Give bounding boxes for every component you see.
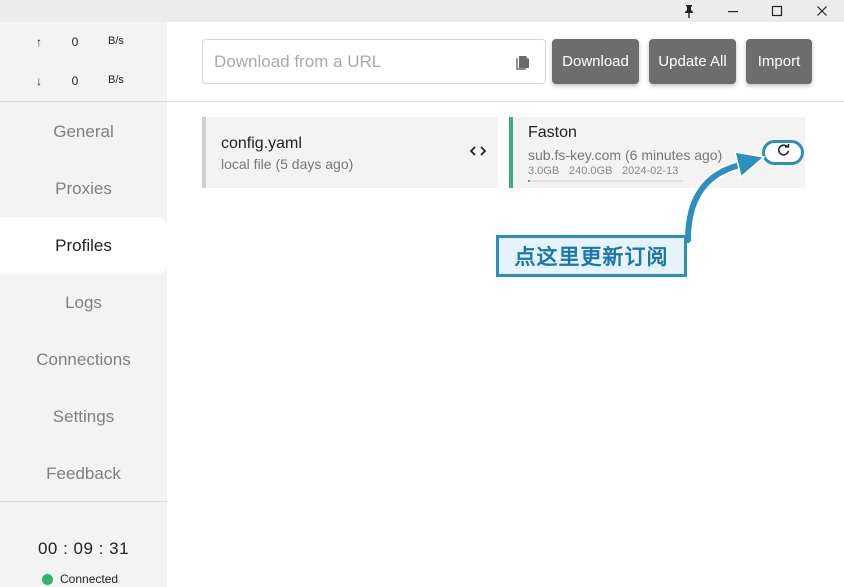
usage-progress-fill — [528, 180, 530, 182]
uptime-timer: 00 : 09 : 31 — [37, 539, 130, 558]
profile-name: Faston — [528, 124, 577, 141]
sidebar-item-proxies[interactable]: Proxies — [0, 160, 167, 217]
upload-value: 0 — [71, 35, 79, 49]
status-dot-icon — [42, 573, 53, 585]
profile-subtitle: local file (5 days ago) — [221, 156, 354, 172]
close-icon[interactable] — [807, 0, 837, 22]
refresh-icon — [777, 143, 790, 162]
sidebar-item-settings[interactable]: Settings — [0, 388, 167, 445]
profile-used: 3.0GB — [528, 165, 560, 177]
usage-progress-track — [528, 180, 683, 182]
profile-expire: 2024-02-13 — [622, 165, 679, 177]
sidebar-item-connections[interactable]: Connections — [0, 331, 167, 388]
title-bar — [0, 0, 844, 22]
download-arrow-icon: ↓ — [36, 74, 42, 88]
download-speed: ↓ 0 B/s — [0, 74, 167, 94]
profile-total: 240.0GB — [569, 165, 613, 177]
update-all-button[interactable]: Update All — [649, 39, 736, 84]
profile-name: config.yaml — [221, 135, 302, 152]
maximize-icon[interactable] — [762, 0, 792, 22]
profile-card-config[interactable]: config.yaml local file (5 days ago) — [202, 117, 498, 188]
url-input-box — [202, 39, 546, 84]
download-unit: B/s — [108, 74, 124, 86]
sidebar-item-feedback[interactable]: Feedback — [0, 445, 167, 502]
upload-speed: ↑ 0 B/s — [0, 35, 167, 55]
upload-arrow-icon: ↑ — [36, 35, 42, 49]
download-value: 0 — [71, 74, 79, 88]
profile-accent-bar — [202, 117, 206, 188]
traffic-panel: ↑ 0 B/s ↓ 0 B/s — [0, 22, 167, 101]
download-button[interactable]: Download — [552, 39, 639, 84]
pin-icon[interactable] — [674, 0, 704, 22]
sidebar-item-general[interactable]: General — [0, 103, 167, 160]
minimize-icon[interactable] — [718, 0, 748, 22]
annotation-label: 点这里更新订阅 — [496, 235, 687, 277]
profile-card-faston[interactable]: Faston sub.fs-key.com (6 minutes ago) 3.… — [509, 117, 805, 188]
profile-accent-bar — [509, 117, 513, 188]
sidebar-divider-top — [0, 101, 167, 102]
import-button[interactable]: Import — [746, 39, 812, 84]
toolbar-divider — [167, 101, 844, 102]
main-panel: Download Update All Import config.yaml l… — [167, 22, 844, 587]
profile-subtitle: sub.fs-key.com (6 minutes ago) — [528, 147, 723, 163]
paste-icon[interactable] — [515, 53, 533, 71]
sidebar-divider-bottom — [0, 501, 167, 502]
url-input[interactable] — [203, 40, 493, 83]
refresh-button[interactable] — [762, 140, 804, 165]
connection-status: Connected — [42, 572, 118, 586]
code-icon[interactable] — [469, 144, 487, 163]
status-label: Connected — [60, 572, 119, 586]
upload-unit: B/s — [108, 35, 124, 47]
sidebar-item-logs[interactable]: Logs — [0, 274, 167, 331]
sidebar-item-profiles[interactable]: Profiles — [0, 217, 167, 274]
sidebar: ↑ 0 B/s ↓ 0 B/s General Proxies Profiles… — [0, 22, 167, 587]
